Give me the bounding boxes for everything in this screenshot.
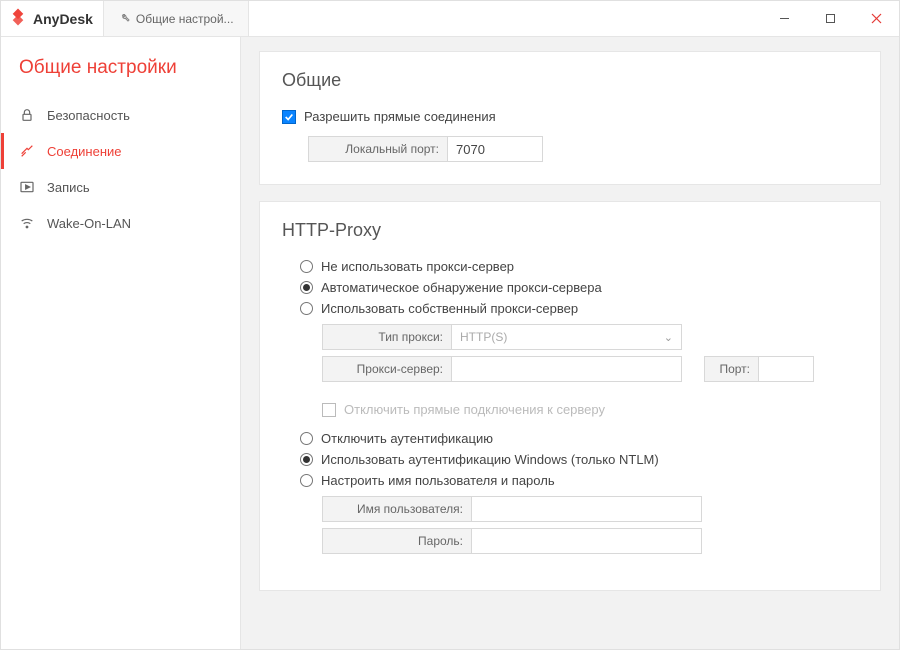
- radio-customauth[interactable]: [300, 474, 313, 487]
- app-brand: AnyDesk: [33, 11, 93, 27]
- content-area: Общие Разрешить прямые соединения Локаль…: [241, 37, 899, 649]
- proxy-user-input[interactable]: [472, 496, 702, 522]
- radio-noproxy-label: Не использовать прокси-сервер: [321, 259, 514, 274]
- proxy-server-input[interactable]: [452, 356, 682, 382]
- proxy-type-select[interactable]: HTTP(S) ⌄: [452, 324, 682, 350]
- tab-label: Общие настрой...: [136, 12, 234, 26]
- proxy-type-value: HTTP(S): [460, 330, 507, 344]
- proxy-port-input[interactable]: [759, 356, 814, 382]
- radio-autoproxy-label: Автоматическое обнаружение прокси-сервер…: [321, 280, 602, 295]
- lock-icon: [19, 107, 35, 123]
- close-button[interactable]: [853, 1, 899, 36]
- anydesk-logo-icon: [9, 8, 27, 29]
- play-icon: [19, 179, 35, 195]
- proxy-pass-input[interactable]: [472, 528, 702, 554]
- radio-manualproxy-label: Использовать собственный прокси-сервер: [321, 301, 578, 316]
- radio-noproxy[interactable]: [300, 260, 313, 273]
- radio-noauth[interactable]: [300, 432, 313, 445]
- wrench-icon: [118, 11, 130, 26]
- sidebar-title: Общие настройки: [1, 53, 240, 97]
- local-port-input[interactable]: [448, 136, 543, 162]
- radio-winauth[interactable]: [300, 453, 313, 466]
- radio-winauth-label: Использовать аутентификацию Windows (тол…: [321, 452, 659, 467]
- sidebar: Общие настройки Безопасность Соединение …: [1, 37, 241, 649]
- radio-noauth-label: Отключить аутентификацию: [321, 431, 493, 446]
- sidebar-item-wol[interactable]: Wake-On-LAN: [1, 205, 240, 241]
- panel-general: Общие Разрешить прямые соединения Локаль…: [259, 51, 881, 185]
- proxy-port-label: Порт:: [704, 356, 759, 382]
- connection-icon: [19, 143, 35, 159]
- wifi-icon: [19, 215, 35, 231]
- chevron-down-icon: ⌄: [664, 331, 673, 344]
- proxy-user-label: Имя пользователя:: [322, 496, 472, 522]
- allow-direct-checkbox[interactable]: [282, 110, 296, 124]
- panel-proxy: HTTP-Proxy Не использовать прокси-сервер…: [259, 201, 881, 591]
- maximize-button[interactable]: [807, 1, 853, 36]
- disable-direct-checkbox[interactable]: [322, 403, 336, 417]
- sidebar-item-security[interactable]: Безопасность: [1, 97, 240, 133]
- minimize-button[interactable]: [761, 1, 807, 36]
- panel-heading: HTTP-Proxy: [282, 220, 858, 241]
- radio-autoproxy[interactable]: [300, 281, 313, 294]
- sidebar-item-label: Запись: [47, 180, 90, 195]
- disable-direct-label: Отключить прямые подключения к серверу: [344, 402, 605, 417]
- app-logo-area: AnyDesk: [1, 1, 103, 36]
- window-controls: [761, 1, 899, 36]
- sidebar-item-recording[interactable]: Запись: [1, 169, 240, 205]
- sidebar-item-label: Безопасность: [47, 108, 130, 123]
- radio-manualproxy[interactable]: [300, 302, 313, 315]
- sidebar-item-label: Соединение: [47, 144, 122, 159]
- titlebar: AnyDesk Общие настрой...: [1, 1, 899, 37]
- tab-settings[interactable]: Общие настрой...: [103, 1, 249, 36]
- allow-direct-label: Разрешить прямые соединения: [304, 109, 496, 124]
- panel-heading: Общие: [282, 70, 858, 91]
- proxy-pass-label: Пароль:: [322, 528, 472, 554]
- proxy-server-label: Прокси-сервер:: [322, 356, 452, 382]
- sidebar-item-label: Wake-On-LAN: [47, 216, 131, 231]
- radio-customauth-label: Настроить имя пользователя и пароль: [321, 473, 555, 488]
- proxy-type-label: Тип прокси:: [322, 324, 452, 350]
- local-port-label: Локальный порт:: [308, 136, 448, 162]
- sidebar-item-connection[interactable]: Соединение: [1, 133, 240, 169]
